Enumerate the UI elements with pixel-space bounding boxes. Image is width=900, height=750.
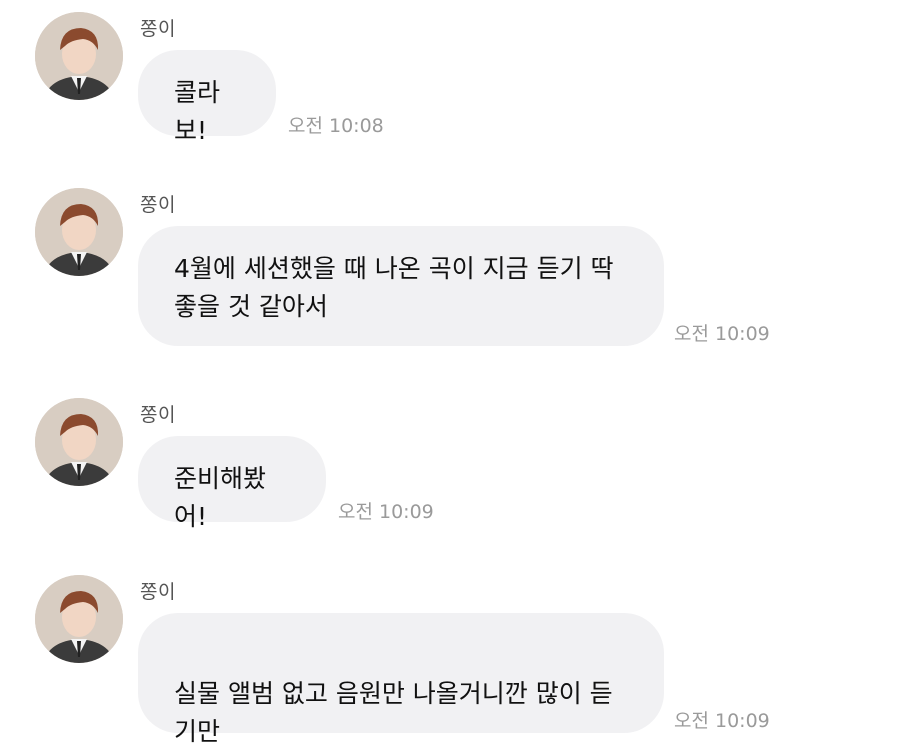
message-time: 오전 10:09 (338, 501, 434, 523)
message-time: 오전 10:09 (674, 323, 770, 345)
chat-thread[interactable]: 쫑이 콜라보! 오전 10:08 쫑이 4월에 세션했을 때 나온 곡이 지금 … (0, 0, 900, 750)
sender-name: 쫑이 (140, 404, 176, 426)
avatar[interactable] (35, 398, 123, 486)
sender-name: 쫑이 (140, 581, 176, 603)
avatar-image (35, 575, 123, 663)
sender-name: 쫑이 (140, 194, 176, 216)
avatar-image (35, 188, 123, 276)
sender-name: 쫑이 (140, 18, 176, 40)
message-text: 실물 앨범 없고 음원만 나올거니깐 많이 듣기만 해줘 (174, 679, 613, 746)
avatar[interactable] (35, 188, 123, 276)
message-bubble[interactable]: 콜라보! (138, 50, 276, 145)
message-time: 오전 10:08 (288, 115, 384, 137)
message-time: 오전 10:09 (674, 710, 770, 732)
avatar[interactable] (35, 575, 123, 663)
avatar-image (35, 398, 123, 486)
avatar[interactable] (35, 12, 123, 100)
avatar-image (35, 12, 123, 100)
message-bubble[interactable]: 4월에 세션했을 때 나온 곡이 지금 듣기 딱 좋을 것 같아서 (138, 226, 664, 346)
message-bubble[interactable]: 준비해봤어! (138, 436, 326, 531)
message-bubble[interactable]: 실물 앨범 없고 음원만 나올거니깐 많이 듣기만 해줘 (138, 613, 664, 746)
